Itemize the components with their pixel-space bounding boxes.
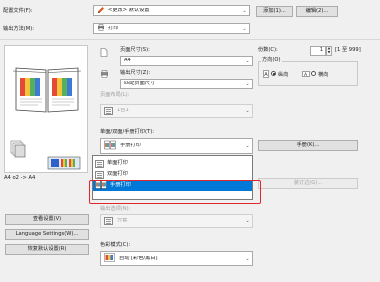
portrait-radio[interactable]: [271, 71, 276, 77]
chevron-down-icon: ⌄: [245, 143, 250, 149]
page-icon: [104, 107, 113, 115]
printer-icon: [97, 24, 105, 33]
chevron-down-icon: ⌄: [245, 58, 250, 64]
double-sided-icon: [95, 170, 104, 179]
chevron-down-icon: ⌄: [245, 255, 250, 262]
copies-label: 份数(C):: [258, 47, 278, 53]
copies-range: [1 至 999]: [335, 47, 361, 53]
copies-input[interactable]: 1: [310, 46, 326, 56]
single-sided-icon: [95, 159, 104, 168]
language-settings-button[interactable]: Language Settings(W)...: [5, 229, 89, 240]
selection-highlight-box: [89, 180, 261, 204]
booklet-icon: [104, 140, 116, 152]
page-size-icon: [100, 48, 108, 59]
duplex-option-double[interactable]: 双面打印: [93, 169, 252, 180]
profile-select[interactable]: <更改> 默认设置 ⌄: [93, 5, 250, 16]
chevron-down-icon: ⌄: [242, 7, 247, 14]
page-layout-select[interactable]: 1合1 ⌄: [100, 104, 253, 118]
pencil-icon: [97, 6, 105, 16]
duplex-option-single[interactable]: 单面打印: [93, 158, 252, 169]
booklet-preview-image: [10, 67, 82, 170]
portrait-label: 纵向: [278, 72, 289, 78]
output-method-label: 输出方法(M):: [3, 26, 35, 32]
output-size-icon: [100, 70, 109, 80]
edit-profile-button[interactable]: 编辑(2)...: [296, 6, 338, 17]
top-divider: [0, 39, 380, 40]
landscape-radio[interactable]: [311, 71, 316, 77]
svg-text:A: A: [264, 72, 268, 78]
view-settings-button[interactable]: 查看设置(V): [5, 214, 89, 225]
color-mode-select[interactable]: 自动 [彩色/黑白] ⌄: [100, 251, 253, 266]
restore-defaults-button[interactable]: 恢复默认设置(R): [5, 244, 89, 255]
output-options-label: 输出选项(N):: [100, 206, 131, 212]
landscape-page-icon: A: [302, 71, 310, 79]
output-size-label: 输出尺寸(Z):: [120, 70, 151, 76]
print-preview: [4, 45, 88, 173]
output-method-select[interactable]: 打印 ⌄: [93, 23, 250, 34]
add-profile-button[interactable]: 添加(1)...: [256, 6, 293, 17]
page-size-select[interactable]: A4 ⌄: [120, 56, 253, 66]
page-layout-label: 页面布局(L):: [100, 92, 130, 98]
output-size-select[interactable]: 匹配页面尺寸 ⌄: [120, 79, 253, 89]
chevron-down-icon: ⌄: [242, 25, 247, 32]
preview-caption: A4 o2 -> A4: [4, 175, 36, 181]
orientation-label: 方向(O): [261, 57, 282, 64]
binding-margin-button[interactable]: 装订边(G)...: [258, 178, 358, 189]
booklet-button[interactable]: 手册(K)...: [258, 140, 358, 151]
output-options-select[interactable]: 分套 ⌄: [100, 214, 253, 228]
portrait-page-icon: A: [263, 70, 269, 80]
spin-down-icon[interactable]: ▼: [328, 51, 330, 54]
duplex-select[interactable]: 手册打印 ⌄: [100, 138, 253, 154]
chevron-down-icon: ⌄: [245, 108, 250, 114]
duplex-label: 单面/双面/手册打印(T):: [100, 129, 154, 135]
color-mode-icon: [104, 253, 115, 264]
copies-spinner[interactable]: ▲ ▼: [326, 46, 332, 56]
chevron-down-icon: ⌄: [245, 81, 250, 87]
color-mode-label: 色彩模式(C):: [100, 242, 131, 248]
page-size-label: 页面尺寸(S):: [120, 47, 150, 53]
collate-icon: [104, 217, 113, 225]
profile-label: 配置文件(F):: [3, 8, 33, 14]
landscape-label: 横向: [318, 72, 329, 78]
chevron-down-icon: ⌄: [245, 218, 250, 224]
